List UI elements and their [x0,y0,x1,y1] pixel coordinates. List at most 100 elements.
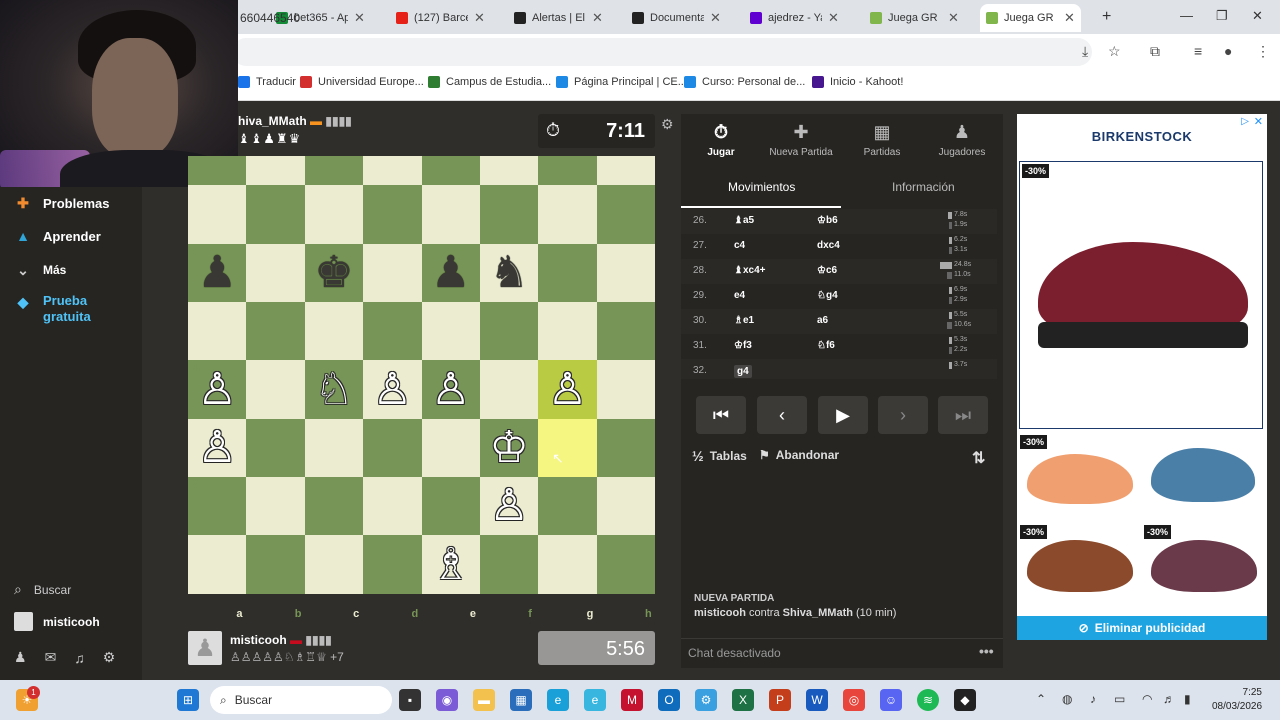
tray-chevron-icon[interactable]: ⌃ [1036,692,1046,706]
white-piece[interactable]: ♙ [363,360,421,418]
friends-icon[interactable]: ♟ [14,649,27,666]
move-row[interactable]: 30. ♗e1 a6 5.5s 10.6s [681,309,997,334]
white-piece[interactable]: ♙ [422,360,480,418]
volume-icon[interactable]: ♬ [1163,692,1175,706]
move-row[interactable]: 28. ♝xc4+ ♔c6 24.8s 11.0s [681,259,997,284]
black-move[interactable]: ♘f6 [817,340,835,351]
white-move[interactable]: g4 [734,365,752,378]
board-square[interactable] [304,535,364,594]
task-view-icon[interactable]: ▪ [399,689,421,711]
game-icon[interactable]: ◆ [954,689,976,711]
bookmark-item[interactable]: Inicio - Kahoot! [812,76,903,88]
board-square[interactable] [304,418,364,478]
resign-button[interactable]: ⚑ Abandonar [759,448,839,462]
board-square[interactable] [479,301,539,361]
system-clock[interactable]: 7:25 08/03/2026 [1212,686,1262,714]
nav-prueba-gratuita[interactable]: ◆ Prueba gratuita [14,293,103,325]
nav-mas[interactable]: ⌄ Más [14,261,66,279]
black-move[interactable]: ♔b6 [817,215,838,226]
board-square[interactable] [421,418,480,478]
board-square[interactable] [596,418,655,478]
white-piece[interactable]: ♙ [538,360,596,418]
tab-close-icon[interactable]: ✕ [592,10,603,26]
browser-tab[interactable]: Juega GR ✕ [980,4,1081,32]
board-square[interactable] [538,185,597,244]
word-icon[interactable]: W [806,689,828,711]
settings-icon[interactable]: ⚙ [103,649,116,666]
board-square[interactable] [596,477,655,536]
close-window-button[interactable]: ✕ [1252,8,1263,24]
start-icon[interactable]: ⊞ [177,689,199,711]
browser-tab[interactable]: (127) Barcelo ✕ [390,4,491,32]
url-input[interactable] [232,38,1092,66]
white-piece[interactable]: ♘ [305,360,363,418]
white-move[interactable]: ♝xc4+ [734,265,766,276]
panel-tab[interactable]: ⏱ Jugar [681,122,761,158]
black-move[interactable]: ♔c6 [817,265,837,276]
black-piece[interactable]: ♟ [422,244,480,302]
board-square[interactable] [246,477,305,536]
board-square[interactable] [538,535,597,594]
minimize-button[interactable]: — [1180,8,1193,23]
board-square[interactable] [363,418,422,478]
tab-informacion[interactable]: Información [892,180,955,194]
ad-main-product[interactable]: -30% [1019,161,1263,429]
panel-tab[interactable]: ♟ Jugadores [922,122,1002,158]
bottom-player-name[interactable]: misticooh ▬ ▮▮▮▮ [230,633,332,647]
board-square[interactable] [538,418,597,478]
folder-icon[interactable]: ▬ [473,689,495,711]
panel-tab[interactable]: ▦ Partidas [842,122,922,158]
white-piece[interactable]: ♙ [480,477,538,535]
nav-user[interactable]: misticooh [14,612,100,631]
media-icon[interactable]: ≡ [1194,43,1202,59]
wifi-icon[interactable]: ◠ [1142,692,1152,706]
board-square[interactable] [363,243,422,302]
board-square[interactable] [596,301,655,361]
move-row[interactable]: 31. ♔f3 ♘f6 5.3s 2.2s [681,334,997,359]
tray-app-icon[interactable]: ◍ [1062,692,1072,706]
tab-movimientos[interactable]: Movimientos [728,180,795,194]
play-button[interactable]: ▶ [818,396,868,434]
bookmark-item[interactable]: Traducir [238,76,296,88]
board-square[interactable] [246,301,305,361]
chrome-icon[interactable]: ◎ [843,689,865,711]
discord-icon[interactable]: ☺ [880,689,902,711]
board-square[interactable] [421,185,480,244]
remove-ads-button[interactable]: ⊘ Eliminar publicidad [1017,616,1267,640]
tab-close-icon[interactable]: ✕ [828,10,839,26]
board-square[interactable] [479,156,539,186]
board-square[interactable] [304,185,364,244]
browser-tab[interactable]: Alertas | El m ✕ [508,4,609,32]
browser-tab[interactable]: ajedrez - Yah ✕ [744,4,845,32]
bottom-player-avatar[interactable]: ♟ [188,631,222,665]
move-row[interactable]: 32. g4 3.7s [681,359,997,379]
maximize-button[interactable]: ❐ [1216,8,1228,24]
nav-problemas[interactable]: ✚ Problemas [14,194,109,212]
board-square[interactable] [304,156,364,186]
board-settings-icon[interactable]: ⚙ [661,116,674,133]
black-move[interactable]: ♘g4 [817,290,838,301]
top-player-name[interactable]: hiva_MMath ▬ ▮▮▮▮ [238,114,352,128]
display-icon[interactable]: ▭ [1114,692,1125,706]
chess-board[interactable]: 1 2 3 4 5 6 7 a b c d e f g h ♟ ♚ ♟ ♞ ♙ ♘ ♙ ♙ ♙ ♙ ♔ ♙ ♗ [188,156,655,623]
black-piece[interactable]: ♚ [305,244,363,302]
mic-icon[interactable]: ♪ [1090,692,1096,706]
board-square[interactable] [246,360,305,419]
tab-close-icon[interactable]: ✕ [474,10,485,26]
board-square[interactable] [363,477,422,536]
prev-move-button[interactable]: ‹ [757,396,807,434]
board-square[interactable] [596,185,655,244]
white-move[interactable]: e4 [734,290,745,301]
board-square[interactable] [363,301,422,361]
bookmark-item[interactable]: Curso: Personal de... [684,76,805,88]
board-square[interactable] [363,156,422,186]
bookmark-item[interactable]: Página Principal | CE... [556,76,687,88]
star-icon[interactable]: ☆ [1108,43,1121,60]
board-square[interactable] [479,185,539,244]
board-square[interactable] [538,477,597,536]
bookmark-item[interactable]: Campus de Estudia... [428,76,551,88]
move-list[interactable]: 26. ♝a5 ♔b6 7.8s 1.9s 27. c4 dxc4 6.2s 3.1s 28. ♝xc… [681,209,997,379]
board-square[interactable] [188,156,247,186]
board-square[interactable] [246,243,305,302]
board-square[interactable] [596,535,655,594]
